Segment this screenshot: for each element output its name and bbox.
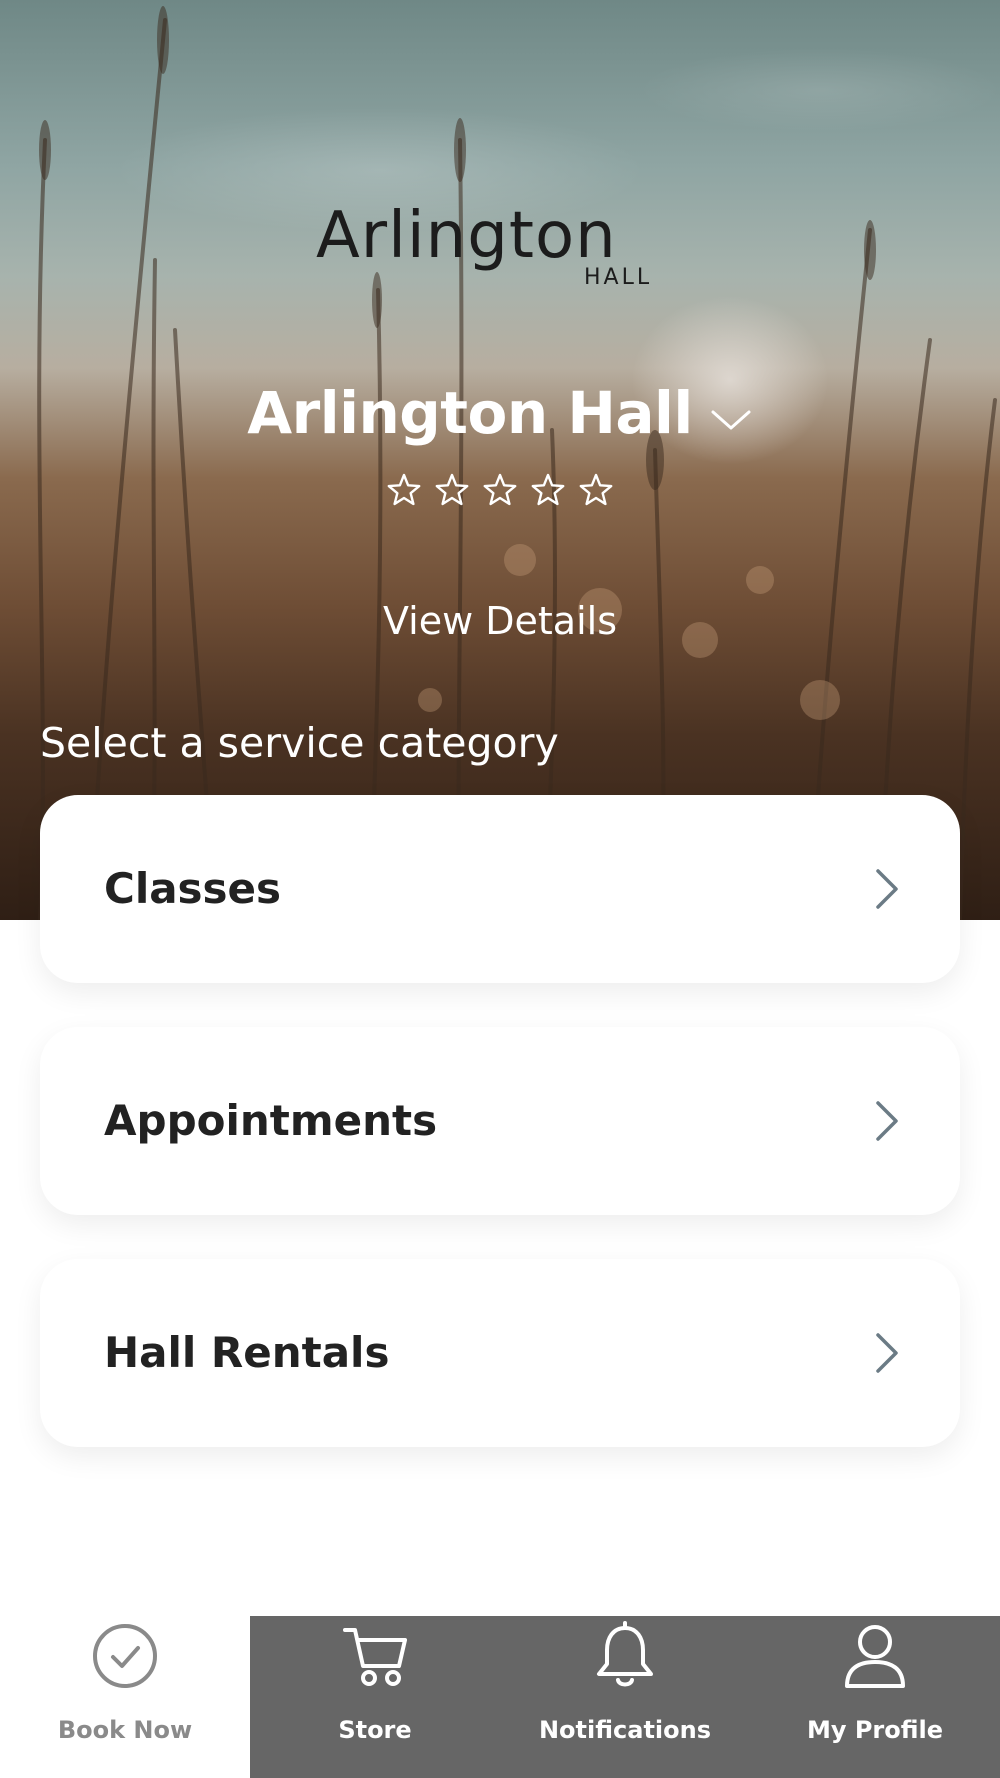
tab-notifications[interactable]: Notifications xyxy=(500,1616,750,1778)
tab-book-now[interactable]: Book Now xyxy=(0,1616,250,1778)
section-title: Select a service category xyxy=(40,719,559,767)
venue-name: Arlington Hall xyxy=(247,379,693,447)
star-icon xyxy=(387,473,421,506)
star-icon xyxy=(483,473,517,506)
cart-icon xyxy=(343,1628,407,1686)
venue-selector[interactable]: Arlington Hall xyxy=(0,374,1000,452)
check-circle-icon xyxy=(93,1624,157,1688)
brand-logo: Arlington HALL xyxy=(300,198,700,298)
grass-background xyxy=(37,6,997,920)
service-card-hall-rentals[interactable]: Hall Rentals xyxy=(40,1259,960,1447)
user-icon xyxy=(845,1625,905,1688)
service-card-label: Classes xyxy=(104,864,282,913)
view-details-link[interactable]: View Details xyxy=(0,596,1000,646)
service-card-label: Hall Rentals xyxy=(104,1328,390,1377)
tab-label: Book Now xyxy=(57,1716,193,1744)
service-card-label: Appointments xyxy=(104,1096,438,1145)
chevron-down-icon[interactable] xyxy=(709,406,753,434)
service-card-appointments[interactable]: Appointments xyxy=(40,1027,960,1215)
tab-label: Store xyxy=(338,1716,412,1744)
tab-label: Notifications xyxy=(538,1716,712,1744)
star-icon xyxy=(579,473,613,506)
chevron-right-icon xyxy=(876,1333,898,1373)
logo-subtext: HALL xyxy=(584,265,653,290)
hero-banner: Arlington HALL Arlington Hall View Detai… xyxy=(0,0,1000,920)
bell-icon xyxy=(597,1621,653,1687)
star-icon xyxy=(435,473,469,506)
chevron-right-icon xyxy=(876,869,898,909)
tab-label: My Profile xyxy=(806,1716,944,1744)
logo-wordmark: Arlington xyxy=(316,199,617,273)
tab-my-profile[interactable]: My Profile xyxy=(750,1616,1000,1778)
bottom-tab-bar: Book Now Store Notifications My Profile xyxy=(0,1616,1000,1778)
tab-store[interactable]: Store xyxy=(250,1616,500,1778)
service-card-classes[interactable]: Classes xyxy=(40,795,960,983)
rating-stars xyxy=(0,472,1000,508)
chevron-right-icon xyxy=(876,1101,898,1141)
star-icon xyxy=(531,473,565,506)
